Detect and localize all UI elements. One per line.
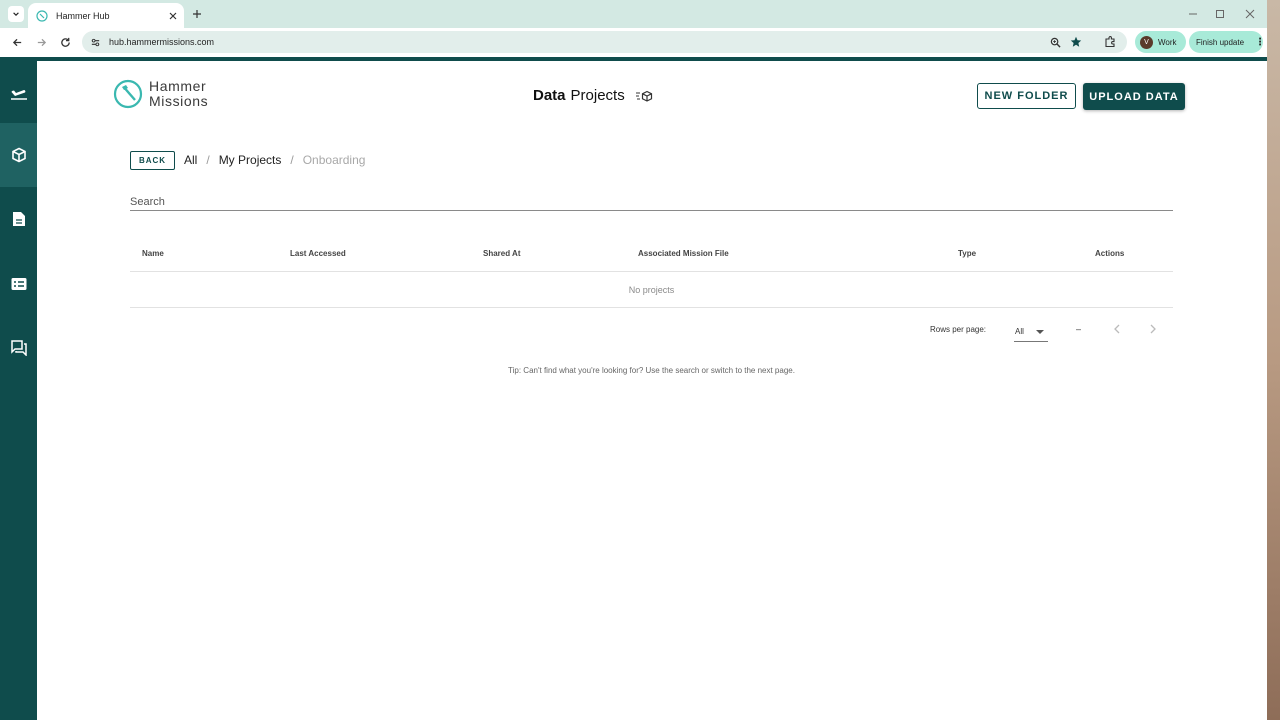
page-title-bold: Data bbox=[533, 87, 566, 104]
rows-per-page-select[interactable]: All bbox=[1014, 322, 1048, 342]
airplane-icon bbox=[10, 90, 27, 100]
search-field bbox=[130, 192, 1173, 211]
update-label: Finish update bbox=[1196, 37, 1245, 47]
sidebar-item-list[interactable] bbox=[0, 252, 37, 316]
browser-toolbar: hub.hammermissions.com V Work Finish upd… bbox=[0, 28, 1267, 57]
close-icon bbox=[1245, 9, 1255, 19]
logo-text: Hammer Missions bbox=[149, 79, 208, 109]
app-sidebar bbox=[0, 61, 37, 720]
new-tab-button[interactable] bbox=[190, 7, 204, 21]
column-header-shared-at[interactable]: Shared At bbox=[483, 249, 521, 258]
hammer-favicon-icon bbox=[36, 9, 48, 22]
maximize-icon bbox=[1216, 10, 1224, 18]
chat-icon bbox=[10, 340, 27, 356]
profile-label: Work bbox=[1158, 37, 1177, 47]
logo-line1: Hammer bbox=[149, 78, 207, 94]
reload-button[interactable] bbox=[58, 35, 72, 49]
breadcrumb: All / My Projects / Onboarding bbox=[184, 153, 365, 167]
profile-button[interactable]: V Work bbox=[1135, 31, 1186, 53]
cube-icon bbox=[11, 147, 26, 163]
zoom-icon[interactable] bbox=[1049, 36, 1061, 48]
tab-search-button[interactable] bbox=[8, 6, 24, 22]
rows-per-page-label: Rows per page: bbox=[930, 325, 987, 334]
minimize-button-2[interactable] bbox=[1186, 7, 1200, 21]
plus-icon bbox=[193, 10, 201, 18]
sidebar-item-reports[interactable] bbox=[0, 187, 37, 251]
chevron-down-icon bbox=[13, 12, 19, 16]
close-window-button[interactable] bbox=[1243, 7, 1257, 21]
page-title-rest: Projects bbox=[570, 87, 625, 104]
avatar: V bbox=[1140, 35, 1153, 49]
breadcrumb-separator: / bbox=[206, 153, 210, 167]
sidebar-item-data-projects[interactable] bbox=[0, 123, 37, 187]
previous-page-button[interactable] bbox=[1111, 323, 1123, 335]
document-icon bbox=[12, 212, 25, 226]
page-title: Data Projects bbox=[533, 87, 653, 104]
back-button[interactable]: BACK bbox=[130, 151, 175, 170]
breadcrumb-onboarding: Onboarding bbox=[302, 153, 366, 167]
sidebar-item-missions[interactable] bbox=[0, 61, 37, 125]
tab-close-button[interactable] bbox=[166, 9, 180, 23]
maximize-button[interactable] bbox=[1213, 7, 1227, 21]
tip-text: Tip: Can't find what you're looking for?… bbox=[508, 366, 795, 375]
main-content: Hammer Missions Data Projects NEW FOLDER… bbox=[37, 61, 1267, 720]
hammer-logo-icon bbox=[113, 79, 143, 109]
logo-line2: Missions bbox=[149, 93, 209, 109]
more-vert-icon[interactable]: ⋮ bbox=[1255, 37, 1265, 48]
breadcrumb-all[interactable]: All bbox=[184, 153, 197, 167]
sidebar-item-chat[interactable] bbox=[0, 316, 37, 380]
new-folder-button[interactable]: NEW FOLDER bbox=[977, 83, 1076, 109]
breadcrumb-my-projects[interactable]: My Projects bbox=[219, 153, 282, 167]
minimize-icon bbox=[1189, 13, 1197, 15]
pagination-range: – bbox=[1076, 324, 1082, 334]
finish-update-button[interactable]: Finish update ⋮ bbox=[1189, 31, 1265, 53]
breadcrumb-separator: / bbox=[290, 153, 294, 167]
column-header-name[interactable]: Name bbox=[142, 249, 164, 258]
column-header-last-accessed[interactable]: Last Accessed bbox=[290, 249, 346, 258]
next-page-button[interactable] bbox=[1147, 323, 1159, 335]
reload-icon bbox=[60, 37, 70, 47]
filter-cube-icon[interactable] bbox=[635, 89, 653, 103]
forward-nav-button[interactable] bbox=[34, 35, 48, 49]
table-header: Name Last Accessed Shared At Associated … bbox=[130, 239, 1173, 272]
back-nav-button[interactable] bbox=[10, 35, 24, 49]
close-icon bbox=[169, 12, 177, 19]
list-card-icon bbox=[11, 278, 26, 290]
extensions-icon[interactable] bbox=[1104, 36, 1116, 48]
column-header-type[interactable]: Type bbox=[958, 249, 976, 258]
column-header-actions: Actions bbox=[1095, 249, 1125, 258]
bookmark-star-icon[interactable] bbox=[1070, 36, 1082, 48]
empty-state-row: No projects bbox=[130, 272, 1173, 308]
logo[interactable]: Hammer Missions bbox=[113, 79, 208, 109]
browser-tab[interactable]: Hammer Hub bbox=[28, 3, 184, 28]
upload-data-button[interactable]: UPLOAD DATA bbox=[1083, 83, 1185, 110]
url-text: hub.hammermissions.com bbox=[109, 37, 215, 47]
arrow-left-icon bbox=[12, 38, 21, 46]
rows-per-page-value: All bbox=[1015, 327, 1024, 336]
caret-down-icon bbox=[1036, 329, 1044, 334]
search-input[interactable] bbox=[130, 193, 1173, 211]
tab-strip: Hammer Hub bbox=[0, 0, 1267, 28]
chevron-left-icon bbox=[1114, 324, 1120, 334]
column-header-mission-file[interactable]: Associated Mission File bbox=[638, 249, 729, 258]
site-info-icon[interactable] bbox=[89, 36, 101, 48]
address-bar[interactable]: hub.hammermissions.com bbox=[82, 31, 1127, 53]
arrow-right-icon bbox=[37, 38, 46, 46]
chevron-right-icon bbox=[1150, 324, 1156, 334]
browser-window: Hammer Hub hub.hammermissions.com V Work… bbox=[0, 0, 1267, 720]
tab-title: Hammer Hub bbox=[56, 10, 110, 21]
